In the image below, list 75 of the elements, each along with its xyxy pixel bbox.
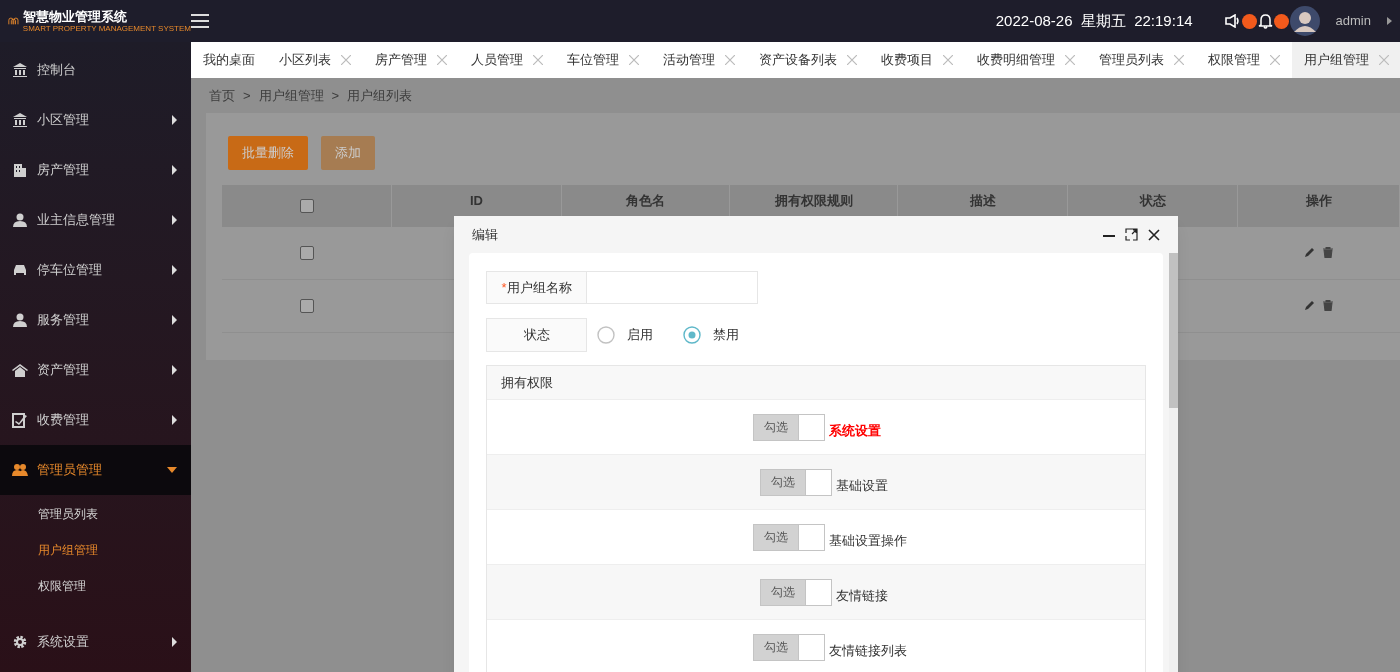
sidebar-item[interactable]: 小区管理 xyxy=(0,95,191,145)
sidebar-icon xyxy=(12,412,28,428)
tab[interactable]: 用户组管理 xyxy=(1292,42,1400,78)
close-icon[interactable] xyxy=(1148,228,1160,241)
submenu-item[interactable]: 权限管理 xyxy=(0,568,191,604)
sidebar-item[interactable]: 业主信息管理 xyxy=(0,195,191,245)
menu-icon[interactable] xyxy=(191,14,209,28)
column-header: ID xyxy=(470,192,483,210)
edit-icon[interactable] xyxy=(1305,247,1315,257)
sidebar-icon xyxy=(12,112,28,128)
checkbox[interactable] xyxy=(805,579,831,605)
checkbox-label[interactable]: 勾选 xyxy=(761,469,805,495)
sidebar-item[interactable]: 资产管理 xyxy=(0,345,191,395)
dialog-title: 编辑 xyxy=(472,225,499,244)
checkbox[interactable] xyxy=(300,246,314,260)
checkbox[interactable] xyxy=(300,299,314,313)
radio-label[interactable]: 启用 xyxy=(627,325,653,345)
permission-label: 基础设置操作 xyxy=(829,531,907,550)
sidebar-icon xyxy=(12,634,28,650)
sidebar-icon xyxy=(12,162,28,178)
column-header: 状态 xyxy=(1139,192,1166,210)
sidebar-item[interactable]: 系统设置 xyxy=(0,617,191,667)
app-title: 智慧物业管理系统 xyxy=(22,9,128,23)
sidebar-item[interactable]: 收费管理 xyxy=(0,395,191,445)
sidebar-item[interactable]: 管理员管理 xyxy=(0,445,191,495)
sidebar-icon xyxy=(12,362,28,378)
checkbox-label[interactable]: 勾选 xyxy=(761,579,805,605)
checkbox-label[interactable]: 勾选 xyxy=(754,524,798,550)
sidebar-icon xyxy=(12,212,28,228)
checkbox-label[interactable]: 勾选 xyxy=(754,414,798,440)
column-header: 角色名 xyxy=(626,192,665,210)
submenu-item[interactable]: 管理员列表 xyxy=(0,496,191,532)
panel-header: 拥有权限 xyxy=(487,366,1145,400)
breadcrumb-item: 用户组列表 xyxy=(347,86,413,105)
permission-label: 友情链接 xyxy=(836,586,888,605)
avatar[interactable] xyxy=(1289,6,1320,36)
breadcrumb-separator: > xyxy=(243,86,251,105)
breadcrumb-separator: > xyxy=(331,86,340,105)
checkbox[interactable] xyxy=(805,469,831,495)
column-header: 描述 xyxy=(969,192,996,210)
speaker-icon[interactable] xyxy=(1224,14,1241,28)
sidebar-item[interactable]: 房产管理 xyxy=(0,145,191,195)
breadcrumb-item[interactable]: 用户组管理 xyxy=(258,85,324,106)
sidebar-icon xyxy=(12,462,28,478)
permission-label: 基础设置 xyxy=(836,476,888,495)
user-name[interactable]: admin xyxy=(1335,11,1371,31)
permission-label: 系统设置 xyxy=(829,421,881,440)
sidebar-item[interactable]: 控制台 xyxy=(0,45,191,95)
field-label: 状态 xyxy=(486,318,587,352)
sidebar-item[interactable]: 停车位管理 xyxy=(0,245,191,295)
trash-icon[interactable] xyxy=(1323,299,1333,311)
edit-icon[interactable] xyxy=(1305,300,1315,310)
bell-icon[interactable] xyxy=(1257,13,1273,29)
checkbox[interactable] xyxy=(299,199,314,213)
sidebar-icon xyxy=(12,262,28,278)
sidebar-icon xyxy=(12,62,28,78)
scrollbar[interactable] xyxy=(1169,253,1178,672)
caret-icon[interactable] xyxy=(1387,17,1392,25)
sidebar-item[interactable]: 服务管理 xyxy=(0,295,191,345)
sidebar-icon xyxy=(12,312,28,328)
permission-label: 友情链接列表 xyxy=(829,641,907,660)
submenu-item[interactable]: 用户组管理 xyxy=(0,532,191,568)
trash-icon[interactable] xyxy=(1323,246,1333,258)
column-header: 拥有权限规则 xyxy=(774,192,853,210)
radio-button[interactable] xyxy=(597,326,615,344)
maximize-icon[interactable] xyxy=(1125,228,1138,241)
field-label: *用户组名称 xyxy=(486,271,587,304)
radio-label[interactable]: 禁用 xyxy=(713,325,739,345)
group-name-field[interactable] xyxy=(587,271,758,304)
checkbox-label[interactable]: 勾选 xyxy=(754,634,798,660)
breadcrumb-item[interactable]: 首页 xyxy=(209,85,235,106)
radio-button[interactable] xyxy=(683,326,701,344)
app-subtitle: SMART PROPERTY MANAGEMENT SYSTEM xyxy=(22,24,191,33)
date-time: 2022-08-26 星期五 22:19:14 xyxy=(995,10,1193,31)
column-header: 操作 xyxy=(1305,192,1332,210)
